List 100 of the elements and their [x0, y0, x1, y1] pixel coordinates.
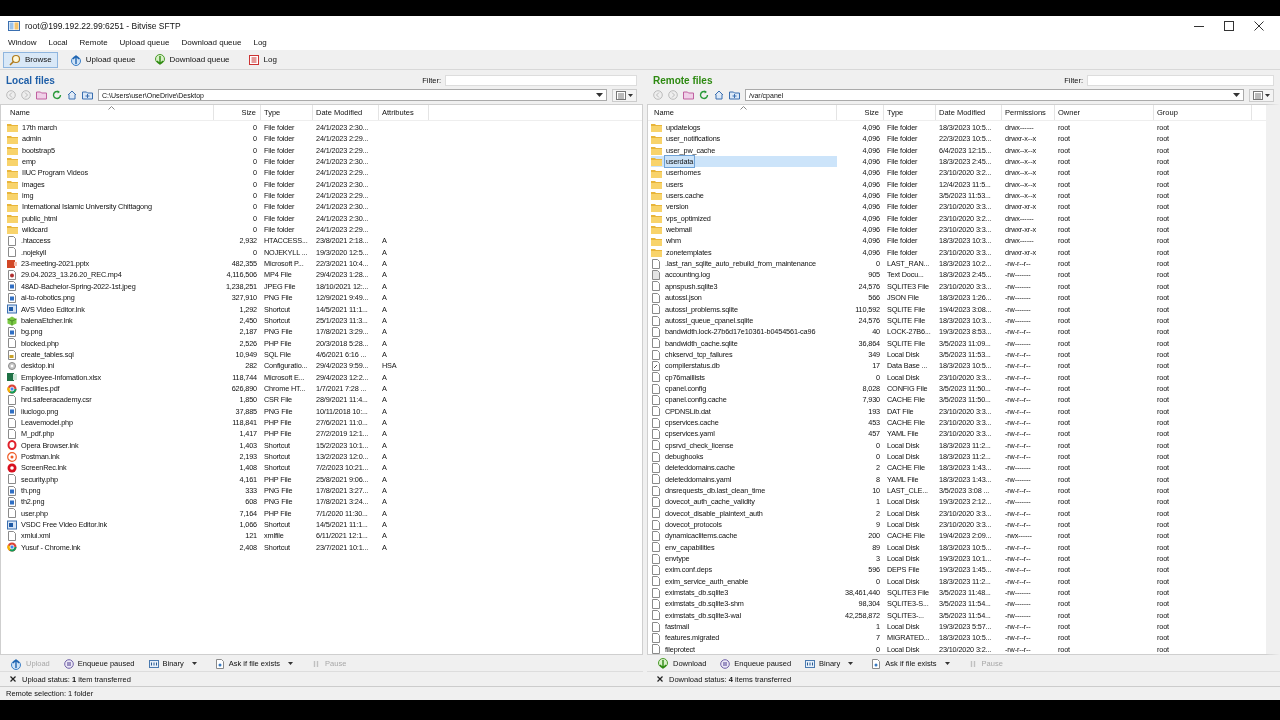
new-folder-icon[interactable]: [729, 90, 740, 100]
toolbar-button[interactable]: Browse: [3, 51, 58, 68]
folder-icon[interactable]: [683, 90, 694, 100]
binary-icon: [805, 658, 816, 669]
database-file-icon: [7, 349, 17, 360]
folder-icon: [7, 134, 18, 144]
file-icon: [651, 531, 661, 542]
gear-icon: [7, 360, 17, 371]
file-icon: [651, 519, 661, 530]
file-icon: [651, 428, 661, 439]
video-file-icon: [7, 270, 17, 281]
pane-title: Local files: [6, 74, 55, 86]
folder-icon: [7, 202, 18, 212]
file-icon: [651, 315, 661, 326]
caret-icon: [596, 93, 603, 97]
binary-icon: [148, 658, 159, 669]
orb-icon: [7, 451, 17, 462]
toolbar-button[interactable]: Log: [241, 51, 283, 68]
file-icon: [7, 428, 17, 439]
folder-icon: [651, 157, 662, 167]
menu-item[interactable]: Window: [8, 38, 37, 47]
file-icon: [651, 599, 661, 610]
home-icon[interactable]: [714, 90, 724, 100]
file-icon: [651, 587, 661, 598]
log-icon: [247, 53, 260, 66]
caret-icon: [1265, 93, 1270, 97]
file-icon: [651, 542, 661, 553]
view-icon: [1253, 90, 1263, 100]
folder-icon: [651, 134, 662, 144]
caret-icon[interactable]: [191, 662, 197, 665]
file-icon: [651, 281, 661, 292]
pause-icon: [63, 658, 74, 669]
folder-icon: [651, 168, 662, 178]
sort-icon: [740, 106, 747, 110]
slides-file-icon: [7, 258, 17, 269]
file-icon: [7, 338, 17, 349]
home-icon[interactable]: [67, 90, 77, 100]
close-icon[interactable]: [1254, 20, 1264, 31]
caret-icon[interactable]: [848, 662, 854, 665]
download-icon: [153, 53, 166, 66]
caret-icon: [628, 93, 633, 97]
folder-icon[interactable]: [36, 90, 47, 100]
image-file-icon: [7, 406, 17, 417]
database-file-icon: [651, 360, 661, 371]
file-icon: [7, 417, 17, 428]
filter-field[interactable]: [1087, 74, 1274, 86]
close-icon[interactable]: [10, 676, 16, 682]
toolbar-button[interactable]: Upload queue: [63, 51, 142, 68]
folder-icon: [7, 157, 18, 167]
caret-icon[interactable]: [288, 662, 294, 665]
file-icon: [7, 531, 17, 542]
sort-icon: [108, 106, 115, 110]
folder-icon: [651, 202, 662, 212]
image-file-icon: [7, 326, 17, 337]
menu-item[interactable]: Log: [253, 38, 267, 47]
file-icon: [651, 576, 661, 587]
pane-title: Remote files: [653, 74, 713, 86]
toolbar-button[interactable]: Download queue: [147, 51, 236, 68]
file-icon: [7, 474, 17, 485]
menu-item[interactable]: Download queue: [181, 38, 242, 47]
caret-icon: [1233, 93, 1240, 97]
view-button[interactable]: [1249, 88, 1274, 102]
file-icon: [7, 394, 17, 405]
file-icon: [7, 236, 17, 247]
menu-item[interactable]: Upload queue: [119, 38, 170, 47]
maximize-icon[interactable]: [1224, 20, 1234, 31]
file-icon: [651, 258, 661, 269]
close-icon[interactable]: [657, 676, 663, 682]
folder-icon: [7, 145, 18, 155]
view-button[interactable]: [612, 88, 637, 102]
text-file-icon: [651, 270, 661, 281]
menu-item[interactable]: Local: [48, 38, 68, 47]
file-icon: [7, 508, 17, 519]
file-icon: [7, 247, 17, 258]
folder-icon: [651, 123, 662, 133]
folder-icon: [7, 213, 18, 223]
file-icon: [651, 304, 661, 315]
spreadsheet-file-icon: [7, 372, 17, 383]
record-icon: [7, 463, 17, 473]
caret-icon[interactable]: [944, 662, 950, 665]
folder-icon: [651, 225, 662, 235]
refresh-icon[interactable]: [699, 90, 709, 100]
filter-field[interactable]: [445, 74, 637, 86]
refresh-icon[interactable]: [52, 90, 62, 100]
file-icon: [651, 349, 661, 360]
ring-icon: [7, 440, 17, 451]
image-file-icon: [7, 281, 17, 292]
new-folder-icon[interactable]: [82, 90, 93, 100]
folder-icon: [651, 145, 662, 155]
file-icon: [651, 406, 661, 417]
image-file-icon: [7, 485, 17, 496]
view-icon: [616, 90, 626, 100]
folder-icon: [7, 191, 18, 201]
file-icon: [651, 451, 661, 462]
file-icon: [651, 553, 661, 564]
menu-item[interactable]: Remote: [79, 38, 108, 47]
folder-icon: [651, 236, 662, 246]
file-icon: [651, 338, 661, 349]
app-icon: [7, 519, 17, 530]
download-icon: [657, 657, 669, 670]
